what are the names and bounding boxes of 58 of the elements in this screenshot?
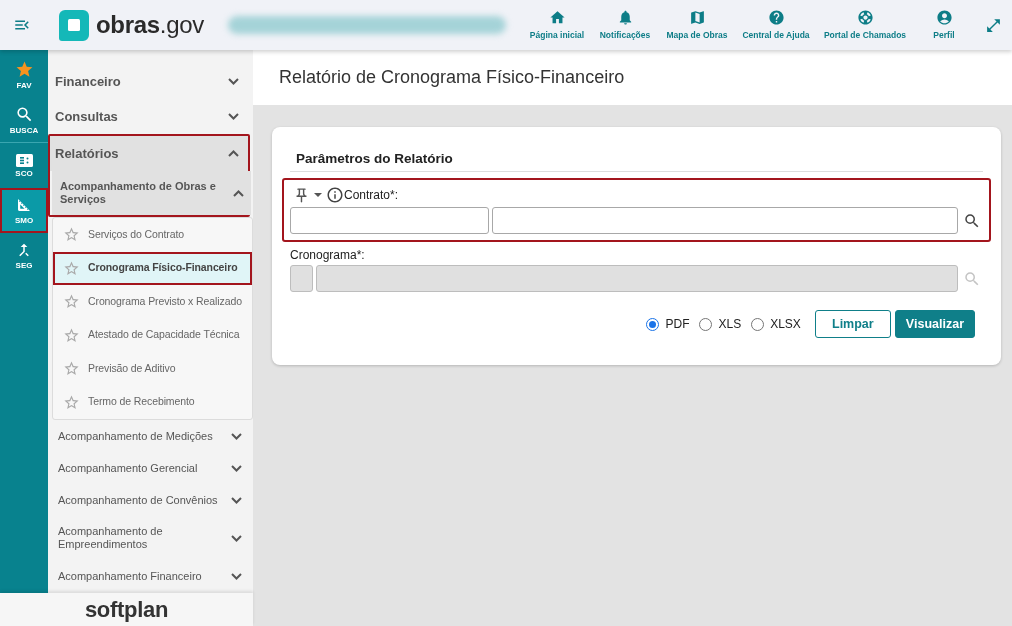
field-label: Contrato*: bbox=[344, 189, 399, 201]
submenu-group[interactable]: Acompanhamento de Empreendimentos bbox=[50, 516, 249, 560]
nav-button[interactable]: Portal de Chamados bbox=[817, 0, 913, 50]
menu-group[interactable]: Relatórios bbox=[50, 136, 248, 171]
field-label: Cronograma*: bbox=[290, 249, 365, 261]
nav-button[interactable]: Página inicial bbox=[523, 0, 591, 50]
clear-button[interactable]: Limpar bbox=[814, 310, 891, 338]
star-outline-icon bbox=[63, 226, 80, 244]
menu-link[interactable]: Cronograma Físico-Financeiro bbox=[53, 251, 252, 285]
user-icon bbox=[935, 9, 953, 26]
menu-link[interactable]: Serviços do Contrato bbox=[53, 218, 252, 252]
menu-link[interactable]: Cronograma Previsto x Realizado bbox=[53, 285, 252, 319]
menu-link[interactable]: Atestado de Capacidade Técnica bbox=[53, 318, 252, 352]
submenu-group[interactable]: Acompanhamento de Medições bbox=[50, 420, 249, 452]
rail-button[interactable]: SCO bbox=[0, 143, 48, 188]
format-radio[interactable]: PDF bbox=[646, 315, 690, 333]
search-icon bbox=[14, 104, 34, 124]
rail-button[interactable]: BUSCA bbox=[0, 97, 48, 142]
help-icon bbox=[767, 9, 785, 26]
view-button[interactable]: Visualizar bbox=[894, 310, 975, 338]
star-icon bbox=[14, 59, 34, 79]
nav-button[interactable]: Perfil bbox=[913, 0, 975, 50]
star-outline-icon bbox=[63, 393, 80, 411]
menu-group[interactable]: Financeiro bbox=[50, 64, 248, 99]
submenu-group[interactable]: Acompanhamento de Convênios bbox=[50, 484, 249, 516]
star-outline-icon bbox=[63, 326, 80, 344]
code-input[interactable] bbox=[290, 207, 489, 234]
format-radio[interactable]: XLSX bbox=[751, 315, 801, 333]
page-title: Relatório de Cronograma Físico-Financeiro bbox=[279, 66, 625, 89]
brand-logo-text: softplan bbox=[84, 598, 169, 621]
star-outline-icon bbox=[63, 360, 80, 378]
submenu-group[interactable]: Acompanhamento de Obras e Serviços bbox=[52, 171, 251, 215]
star-outline-icon bbox=[63, 259, 80, 277]
caret-icon bbox=[314, 193, 322, 197]
map-icon bbox=[688, 9, 706, 26]
submenu-group[interactable]: Acompanhamento Gerencial bbox=[50, 452, 249, 484]
format-radio[interactable]: XLS bbox=[699, 315, 742, 333]
menu-link[interactable]: Previsão de Aditivo bbox=[53, 352, 252, 386]
info-icon bbox=[326, 186, 344, 204]
menu-link[interactable]: Termo de Recebimento bbox=[53, 385, 252, 419]
nav-button[interactable]: Mapa de Obras bbox=[659, 0, 735, 50]
money-card-icon bbox=[15, 153, 33, 167]
rail-button[interactable]: SMO bbox=[0, 188, 48, 233]
menu-group[interactable]: Consultas bbox=[50, 99, 248, 134]
submenu-group[interactable]: Acompanhamento Financeiro bbox=[50, 560, 249, 592]
section-title: Parâmetros do Relatório bbox=[296, 151, 453, 166]
dropdown-button[interactable] bbox=[314, 193, 322, 197]
home-icon bbox=[548, 9, 566, 26]
nav-button[interactable]: Notificações bbox=[591, 0, 659, 50]
logo-icon[interactable] bbox=[59, 9, 89, 41]
expand-arrows-icon bbox=[985, 16, 1002, 34]
logo-text[interactable]: obras.gov bbox=[96, 13, 205, 37]
nav-button[interactable]: Central de Ajuda bbox=[735, 0, 817, 50]
rail-button[interactable]: SEG bbox=[0, 233, 48, 278]
description-input[interactable] bbox=[492, 207, 958, 234]
star-outline-icon bbox=[63, 293, 80, 311]
rail-button[interactable]: FAV bbox=[0, 52, 48, 97]
lifebuoy-icon bbox=[856, 9, 874, 26]
